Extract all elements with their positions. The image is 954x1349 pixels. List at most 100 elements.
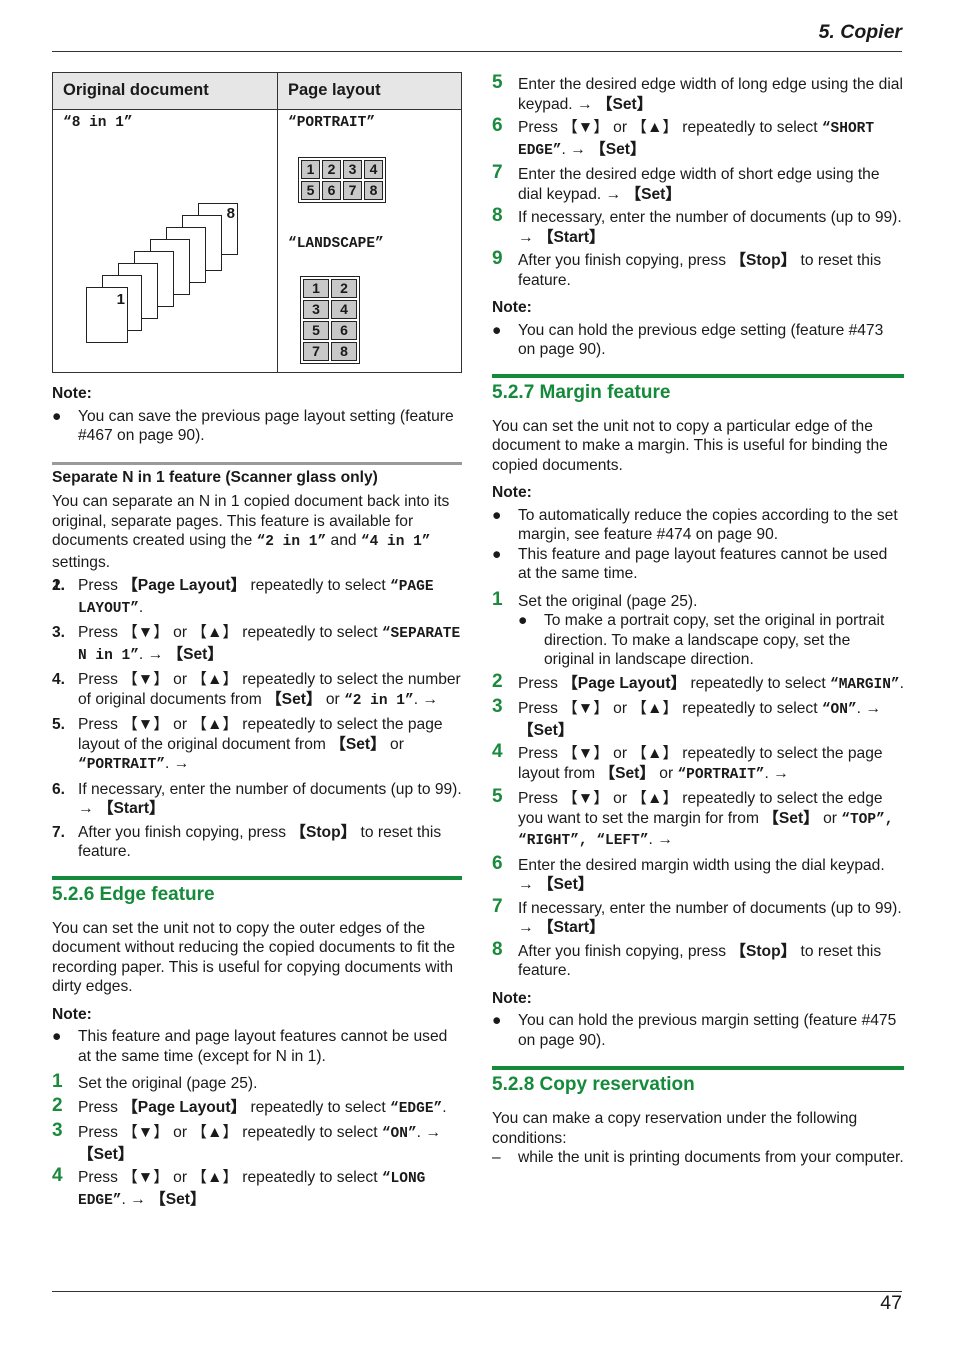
key-label: 【Set】 xyxy=(590,140,646,158)
reservation-condition: – while the unit is printing documents fr… xyxy=(492,1149,904,1166)
step-number: 7 xyxy=(492,895,503,917)
step-item: 6. If necessary, enter the number of docu… xyxy=(52,780,462,819)
step-number: 9 xyxy=(492,248,503,269)
layout-cell: 1 xyxy=(301,160,320,179)
step-text: . → xyxy=(165,755,190,772)
step-text: . → xyxy=(561,140,591,158)
key-label: 【Start】 xyxy=(97,800,165,817)
note-heading: Note: xyxy=(52,385,92,402)
key-label: 【Page Layout】 xyxy=(122,577,247,594)
margin-intro: You can set the unit not to copy a parti… xyxy=(492,417,888,474)
note-item: ● To automatically reduce the copies acco… xyxy=(492,506,898,544)
step-item: 2. Press 【Page Layout】 repeatedly to sele… xyxy=(52,576,462,619)
layout-cell: 2 xyxy=(322,160,341,179)
section-heading-margin: 5.2.7 Margin feature xyxy=(492,381,671,403)
step-text: . → xyxy=(416,1124,441,1141)
layout-cell: 1 xyxy=(303,279,329,298)
edge-steps-list: 1 Set the original (page 25). 2 Press 【Page… xyxy=(52,1071,462,1211)
note-heading: Note: xyxy=(52,1005,92,1023)
step-number: 8 xyxy=(492,938,503,960)
note-item: ● This feature and page layout features c… xyxy=(52,1028,448,1065)
key-label: 【Stop】 xyxy=(730,942,797,960)
layout-cell: 6 xyxy=(331,321,357,340)
step-number: 3 xyxy=(492,696,503,717)
layout-cell: 5 xyxy=(303,321,329,340)
layout-cell: 3 xyxy=(343,160,362,179)
layout-cell: 7 xyxy=(343,181,362,200)
step-text: Set the original (page 25). xyxy=(78,1075,258,1092)
layout-cell: 7 xyxy=(303,342,329,361)
step-text: Press 【▼】 or 【▲】 repeatedly to select xyxy=(518,700,822,717)
key-label: 【Set】 xyxy=(599,764,655,782)
step-item: 9 After you finish copying, press 【Stop】 … xyxy=(492,248,904,290)
step-item: 5 Enter the desired edge width of long ed… xyxy=(492,72,904,114)
note-item: ● You can hold the previous margin settin… xyxy=(492,1012,897,1049)
display-option: “EDGE” xyxy=(390,1100,443,1117)
layout-cell: 8 xyxy=(364,181,383,200)
step-text: . → xyxy=(138,645,168,663)
key-label: 【Set】 xyxy=(518,721,574,739)
note-heading: Note: xyxy=(492,299,532,316)
edge-steps-list-continued: 5 Enter the desired edge width of long ed… xyxy=(492,72,904,290)
display-option: “ON” xyxy=(381,1126,417,1142)
step-item: 4 Press 【▼】 or 【▲】 repeatedly to select t… xyxy=(492,742,904,785)
step-text: Press 【▼】 or 【▲】 repeatedly to select xyxy=(78,624,382,641)
step-item: 1 Set the original (page 25). ● To make a p… xyxy=(492,589,904,670)
step-text: repeatedly to select xyxy=(246,1098,391,1116)
right-column: 5 Enter the desired edge width of long ed… xyxy=(492,72,904,1168)
original-label: “8 in 1” xyxy=(63,115,133,131)
step-text: Press xyxy=(518,674,563,692)
step-item: 7. After you finish copying, press 【Stop】… xyxy=(52,823,462,862)
section-rule xyxy=(52,875,462,880)
step-item: 3 Press 【▼】 or 【▲】 repeatedly to select “… xyxy=(52,1120,462,1164)
subsection-heading: Separate N in 1 feature (Scanner glass o… xyxy=(52,468,378,486)
step-number: 5 xyxy=(492,786,503,807)
margin-steps-list: 1 Set the original (page 25). ● To make a p… xyxy=(492,589,904,981)
step-number: 6 xyxy=(492,115,503,136)
display-option: “PORTRAIT” xyxy=(677,766,765,783)
display-option: “PORTRAIT” xyxy=(78,757,166,773)
step-item: 3. Press 【▼】 or 【▲】 repeatedly to select … xyxy=(52,623,462,666)
layout-table: Original document Page layout “8 in 1” 8… xyxy=(52,72,462,373)
section-rule xyxy=(492,1066,904,1070)
step-item: 8 After you finish copying, press 【Stop】 … xyxy=(492,938,904,981)
key-label: 【Page Layout】 xyxy=(122,1098,247,1116)
step-number: 5 xyxy=(492,72,503,93)
step-item: 7 Enter the desired edge width of short e… xyxy=(492,163,904,204)
step-sub-item: ● To make a portrait copy, set the origin… xyxy=(518,612,885,668)
display-option: “2 in 1” xyxy=(344,692,414,709)
sheet-last-number: 8 xyxy=(226,205,235,222)
step-number: 6 xyxy=(492,852,503,874)
step-text: or xyxy=(654,764,678,782)
step-number: 3. xyxy=(52,624,66,641)
key-label: 【Stop】 xyxy=(730,252,797,269)
portrait-label: “PORTRAIT” xyxy=(288,115,376,131)
col-header-original: Original document xyxy=(52,72,278,110)
key-label: 【Set】 xyxy=(596,95,653,113)
key-label: 【Set】 xyxy=(330,735,386,753)
step-number: 1 xyxy=(52,1071,63,1092)
step-text: . → xyxy=(413,690,438,708)
step-item: 2 Press 【Page Layout】 repeatedly to selec… xyxy=(492,671,904,696)
step-text: or xyxy=(818,809,842,827)
step-item: 6 Press 【▼】 or 【▲】 repeatedly to select “… xyxy=(492,115,904,161)
step-item: 6 Enter the desired margin width using th… xyxy=(492,852,904,895)
key-label: 【Set】 xyxy=(150,1190,206,1208)
step-text: After you finish copying, press xyxy=(78,823,291,841)
portrait-layout-grid: 1 2 3 4 5 6 7 8 xyxy=(298,157,386,203)
reservation-intro: You can make a copy reservation under th… xyxy=(492,1110,858,1147)
step-number: 4 xyxy=(52,1165,63,1186)
step-text: After you finish copying, press xyxy=(518,252,731,269)
step-text: . xyxy=(899,674,904,692)
note-item: ● This feature and page layout features c… xyxy=(492,545,888,583)
step-text: or xyxy=(321,690,345,708)
step-item: 1 Set the original (page 25). xyxy=(52,1071,462,1094)
step-text: . → xyxy=(856,700,881,717)
step-item: 8 If necessary, enter the number of docum… xyxy=(492,206,904,247)
step-text: . → xyxy=(764,764,789,782)
key-label: 【Set】 xyxy=(167,645,223,663)
key-label: 【Stop】 xyxy=(290,823,357,841)
section-heading-edge: 5.2.6 Edge feature xyxy=(52,883,215,905)
step-item: 2 Press 【Page Layout】 repeatedly to selec… xyxy=(52,1095,462,1120)
step-number: 3 xyxy=(52,1120,63,1141)
